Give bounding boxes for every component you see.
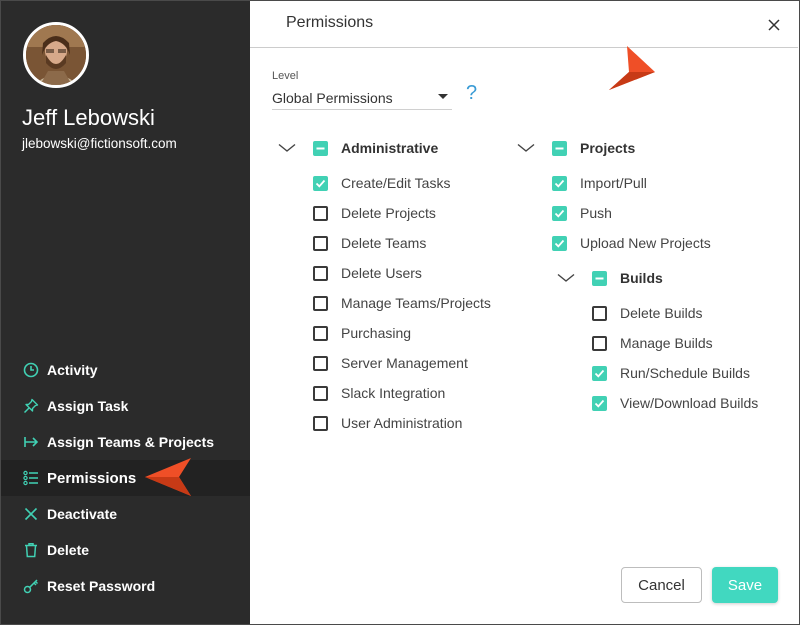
permission-row: Delete Projects [313,203,436,223]
sidebar-item-label: Assign Task [47,398,129,414]
dialog-divider [250,47,798,48]
sidebar-item-assign-task[interactable]: Assign Task [1,388,250,424]
permission-label: Create/Edit Tasks [341,175,451,191]
group-administrative: Administrative [277,138,438,158]
permission-row: Create/Edit Tasks [313,173,450,193]
sidebar-item-label: Reset Password [47,578,156,594]
save-button[interactable]: Save [712,567,778,603]
permission-label: Delete Projects [341,205,436,221]
group-checkbox[interactable] [552,140,567,156]
trash-icon [22,541,40,559]
permission-checkbox[interactable] [552,175,567,191]
permission-label: Upload New Projects [580,235,711,251]
permission-label: View/Download Builds [620,395,759,411]
level-select[interactable]: Global Permissions [272,86,452,110]
sidebar-item-delete[interactable]: Delete [1,532,250,568]
close-button[interactable] [764,15,784,35]
level-label: Level [272,70,299,82]
sidebar: Jeff Lebowski jlebowski@fictionsoft.com … [1,1,250,624]
sidebar-item-label: Activity [47,362,98,378]
permission-label: Slack Integration [341,385,446,401]
close-icon [768,19,780,31]
permission-checkbox[interactable] [313,205,328,221]
permission-checkbox[interactable] [592,365,607,381]
permission-checkbox[interactable] [313,235,328,251]
permission-label: Manage Teams/Projects [341,295,491,311]
permission-label: User Administration [341,415,463,431]
permission-label: Run/Schedule Builds [620,365,750,381]
pointer-arrow-icon [609,46,655,90]
level-select-value: Global Permissions [272,89,393,106]
permission-label: Delete Teams [341,235,427,251]
permission-row: Server Management [313,353,468,373]
group-label: Administrative [341,140,439,156]
group-checkbox[interactable] [313,140,328,156]
cancel-button[interactable]: Cancel [621,567,702,603]
permission-row: Import/Pull [552,173,647,193]
sidebar-menu: Activity Assign Task Assign Teams & Proj… [1,352,250,604]
key-icon [22,577,40,595]
group-label: Builds [620,270,663,286]
user-email: jlebowski@fictionsoft.com [22,136,177,151]
sidebar-item-assign-teams-projects[interactable]: Assign Teams & Projects [1,424,250,460]
permission-row: Run/Schedule Builds [592,363,750,383]
permission-label: Purchasing [341,325,412,341]
chevron-down-icon[interactable] [277,138,297,158]
permission-checkbox[interactable] [313,265,328,281]
pointer-arrow-icon [145,458,191,496]
permission-label: Delete Builds [620,305,703,321]
group-checkbox[interactable] [592,270,607,286]
list-icon [22,469,40,487]
group-label: Projects [580,140,636,156]
permission-checkbox[interactable] [552,205,567,221]
permission-row: Delete Users [313,263,422,283]
permission-checkbox[interactable] [313,415,328,431]
sidebar-item-activity[interactable]: Activity [1,352,250,388]
sidebar-item-label: Delete [47,542,90,558]
sidebar-item-reset-password[interactable]: Reset Password [1,568,250,604]
permission-checkbox[interactable] [552,235,567,251]
permission-row: Delete Builds [592,303,703,323]
arrow-right-icon [22,433,40,451]
sidebar-item-label: Assign Teams & Projects [47,434,215,450]
permission-label: Push [580,205,612,221]
permission-row: Manage Builds [592,333,713,353]
permission-checkbox[interactable] [592,335,607,351]
chevron-down-icon[interactable] [556,268,576,288]
permission-checkbox[interactable] [313,175,328,191]
permission-row: Manage Teams/Projects [313,293,491,313]
sidebar-item-label: Deactivate [47,506,118,522]
permission-row: Upload New Projects [552,233,711,253]
group-builds: Builds [556,268,663,288]
permission-checkbox[interactable] [592,305,607,321]
x-icon [22,505,40,523]
permission-row: Purchasing [313,323,411,343]
clock-icon [22,361,40,379]
permission-checkbox[interactable] [313,355,328,371]
dialog-title: Permissions [286,14,374,31]
pin-icon [22,397,40,415]
chevron-down-icon [438,94,448,99]
permission-checkbox[interactable] [313,295,328,311]
user-name: Jeff Lebowski [22,105,155,130]
group-projects: Projects [516,138,635,158]
permission-row: User Administration [313,413,462,433]
permission-label: Import/Pull [580,175,647,191]
permission-label: Manage Builds [620,335,713,351]
help-button[interactable]: ? [466,82,477,105]
permission-row: Slack Integration [313,383,445,403]
permission-row: View/Download Builds [592,393,758,413]
sidebar-item-deactivate[interactable]: Deactivate [1,496,250,532]
sidebar-item-permissions[interactable]: Permissions [1,460,250,496]
permission-label: Delete Users [341,265,422,281]
avatar [23,22,89,88]
permission-checkbox[interactable] [592,395,607,411]
permission-label: Server Management [341,355,468,371]
permission-checkbox[interactable] [313,385,328,401]
permission-row: Push [552,203,612,223]
sidebar-item-label: Permissions [47,469,137,487]
permission-row: Delete Teams [313,233,426,253]
chevron-down-icon[interactable] [516,138,536,158]
permission-checkbox[interactable] [313,325,328,341]
